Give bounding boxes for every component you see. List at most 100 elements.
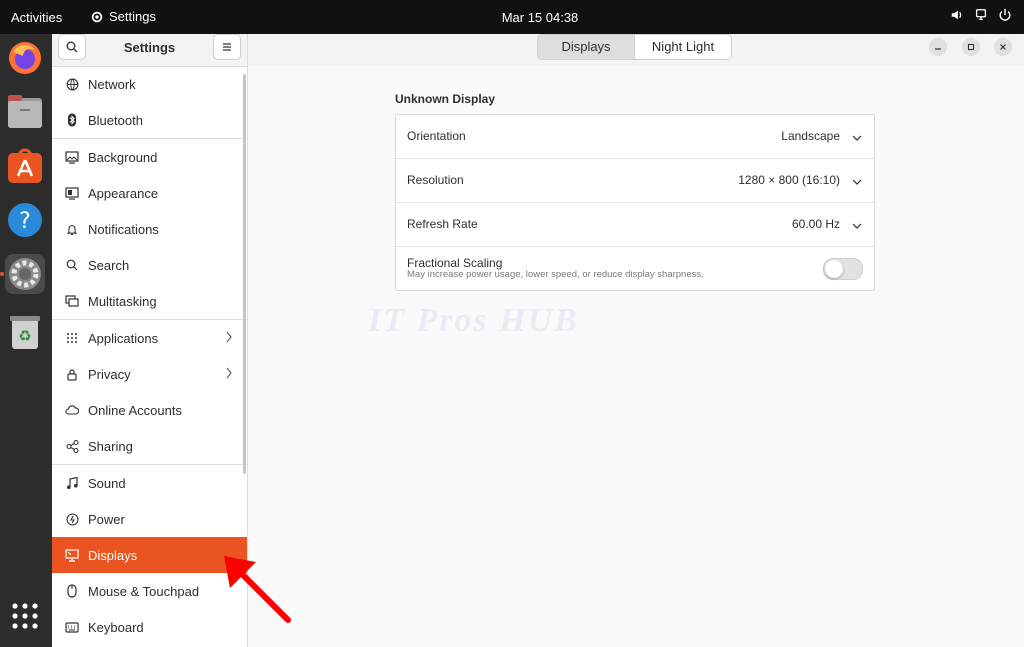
- firefox-launcher[interactable]: [5, 38, 45, 78]
- sidebar-scrollbar[interactable]: [243, 74, 246, 474]
- cloud-icon: [64, 402, 80, 418]
- power-menu-icon: [999, 8, 1011, 21]
- top-bar: Activities Settings Mar 15 04:38: [0, 0, 1024, 34]
- sidebar-menu-button[interactable]: [213, 34, 241, 60]
- sidebar-item-label: Mouse & Touchpad: [88, 583, 200, 599]
- watermark: IT Pros HUB: [368, 302, 579, 339]
- sidebar-item-label: Applications: [88, 330, 159, 346]
- refresh-rate-value: 60.00 Hz: [791, 217, 840, 231]
- sidebar-item-sharing[interactable]: Sharing: [52, 428, 247, 464]
- main-header-bar: Displays Night Light: [248, 34, 1024, 67]
- sidebar-item-notifications[interactable]: Notifications: [52, 211, 247, 247]
- maximize-icon: [967, 43, 975, 51]
- firefox-icon: [9, 42, 41, 74]
- trash-icon: ♻: [10, 316, 40, 349]
- sidebar-item-sound[interactable]: Sound: [52, 465, 247, 501]
- fractional-scaling-toggle[interactable]: [823, 258, 863, 280]
- sidebar-item-label: Sound: [88, 475, 126, 491]
- sidebar-item-label: Appearance: [88, 185, 159, 201]
- sidebar-item-label: Background: [88, 149, 158, 165]
- chevron-down-icon: [852, 130, 862, 145]
- sidebar-header: Settings: [52, 34, 247, 67]
- sidebar-item-background[interactable]: Background: [52, 139, 247, 175]
- sidebar-item-label: Power: [88, 511, 125, 527]
- sidebar-item-label: Search: [88, 257, 130, 273]
- lock-icon: [64, 366, 80, 382]
- sidebar-item-privacy[interactable]: Privacy: [52, 356, 247, 392]
- share-icon: [64, 438, 80, 454]
- power-icon: [64, 511, 80, 527]
- display-icon: [64, 547, 80, 563]
- sidebar-item-applications[interactable]: Applications: [52, 320, 247, 356]
- minimize-icon: [935, 48, 941, 50]
- resolution-row[interactable]: Resolution 1280 × 800 (16:10): [396, 159, 874, 203]
- tab-night-light[interactable]: Night Light: [635, 35, 731, 59]
- settings-icon: [9, 258, 41, 290]
- help-icon: ?: [8, 203, 42, 237]
- multitasking-icon: [64, 293, 80, 309]
- system-tray[interactable]: [950, 8, 1012, 22]
- resolution-value: 1280 × 800 (16:10): [738, 173, 840, 187]
- toggle-knob: [825, 260, 843, 278]
- refresh-rate-row[interactable]: Refresh Rate 60.00 Hz: [396, 203, 874, 247]
- volume-icon: [951, 10, 962, 20]
- app-center-launcher[interactable]: [5, 146, 45, 186]
- view-switcher: Displays Night Light: [537, 34, 732, 60]
- files-icon: [8, 95, 42, 128]
- sidebar-item-network[interactable]: Network: [52, 66, 247, 102]
- mouse-icon: [64, 583, 80, 599]
- refresh-rate-label: Refresh Rate: [407, 217, 478, 231]
- display-settings-panel: Orientation Landscape Resolution 1280 × …: [395, 114, 875, 291]
- network-status-icon: [975, 9, 987, 21]
- running-indicator: [0, 272, 4, 276]
- appearance-icon: [64, 185, 80, 201]
- sidebar-item-label: Notifications: [88, 221, 159, 237]
- tab-displays[interactable]: Displays: [538, 35, 635, 59]
- hamburger-icon: [223, 43, 231, 51]
- apps-grid-icon: [64, 330, 80, 346]
- sidebar-item-label: Keyboard: [88, 619, 144, 635]
- clock[interactable]: Mar 15 04:38: [0, 10, 1024, 25]
- search-icon: [64, 257, 80, 273]
- orientation-row[interactable]: Orientation Landscape: [396, 115, 874, 159]
- minimize-button[interactable]: [929, 38, 947, 56]
- trash-launcher[interactable]: ♻: [5, 312, 45, 352]
- sidebar-item-multitasking[interactable]: Multitasking: [52, 283, 247, 319]
- chevron-down-icon: [852, 218, 862, 233]
- sidebar-item-power[interactable]: Power: [52, 501, 247, 537]
- app-grid-launcher[interactable]: [5, 596, 45, 636]
- sidebar-item-label: Multitasking: [88, 293, 157, 309]
- maximize-button[interactable]: [962, 38, 980, 56]
- sidebar-item-bluetooth[interactable]: Bluetooth: [52, 102, 247, 138]
- annotation-arrow-icon: [224, 556, 291, 623]
- close-icon: [1000, 44, 1006, 50]
- bluetooth-icon: [64, 112, 80, 128]
- help-launcher[interactable]: ?: [5, 200, 45, 240]
- chevron-right-icon: [225, 330, 233, 347]
- displays-page: Unknown Display Orientation Landscape Re…: [248, 66, 1024, 647]
- sidebar-item-label: Displays: [88, 547, 138, 563]
- orientation-label: Orientation: [407, 129, 466, 143]
- app-grid-icon: [12, 603, 38, 629]
- chevron-right-icon: [225, 366, 233, 383]
- chevron-down-icon: [852, 174, 862, 189]
- app-center-icon: [8, 148, 42, 183]
- fractional-scaling-description: May increase power usage, lower speed, o…: [407, 269, 704, 280]
- sidebar-item-label: Online Accounts: [88, 402, 182, 418]
- resolution-label: Resolution: [407, 173, 464, 187]
- background-icon: [64, 149, 80, 165]
- svg-text:?: ?: [19, 209, 31, 234]
- bell-icon: [64, 221, 80, 237]
- sidebar-item-search[interactable]: Search: [52, 247, 247, 283]
- sidebar-item-appearance[interactable]: Appearance: [52, 175, 247, 211]
- sidebar-item-label: Privacy: [88, 366, 131, 382]
- display-name: Unknown Display: [395, 92, 496, 106]
- fractional-scaling-row: Fractional Scaling May increase power us…: [396, 247, 874, 290]
- sidebar-item-online-accounts[interactable]: Online Accounts: [52, 392, 247, 428]
- keyboard-icon: [64, 619, 80, 635]
- close-button[interactable]: [994, 38, 1012, 56]
- files-launcher[interactable]: [5, 92, 45, 132]
- settings-launcher[interactable]: [5, 254, 45, 294]
- dock: ? ♻: [0, 34, 52, 647]
- sidebar-item-label: Network: [88, 76, 136, 92]
